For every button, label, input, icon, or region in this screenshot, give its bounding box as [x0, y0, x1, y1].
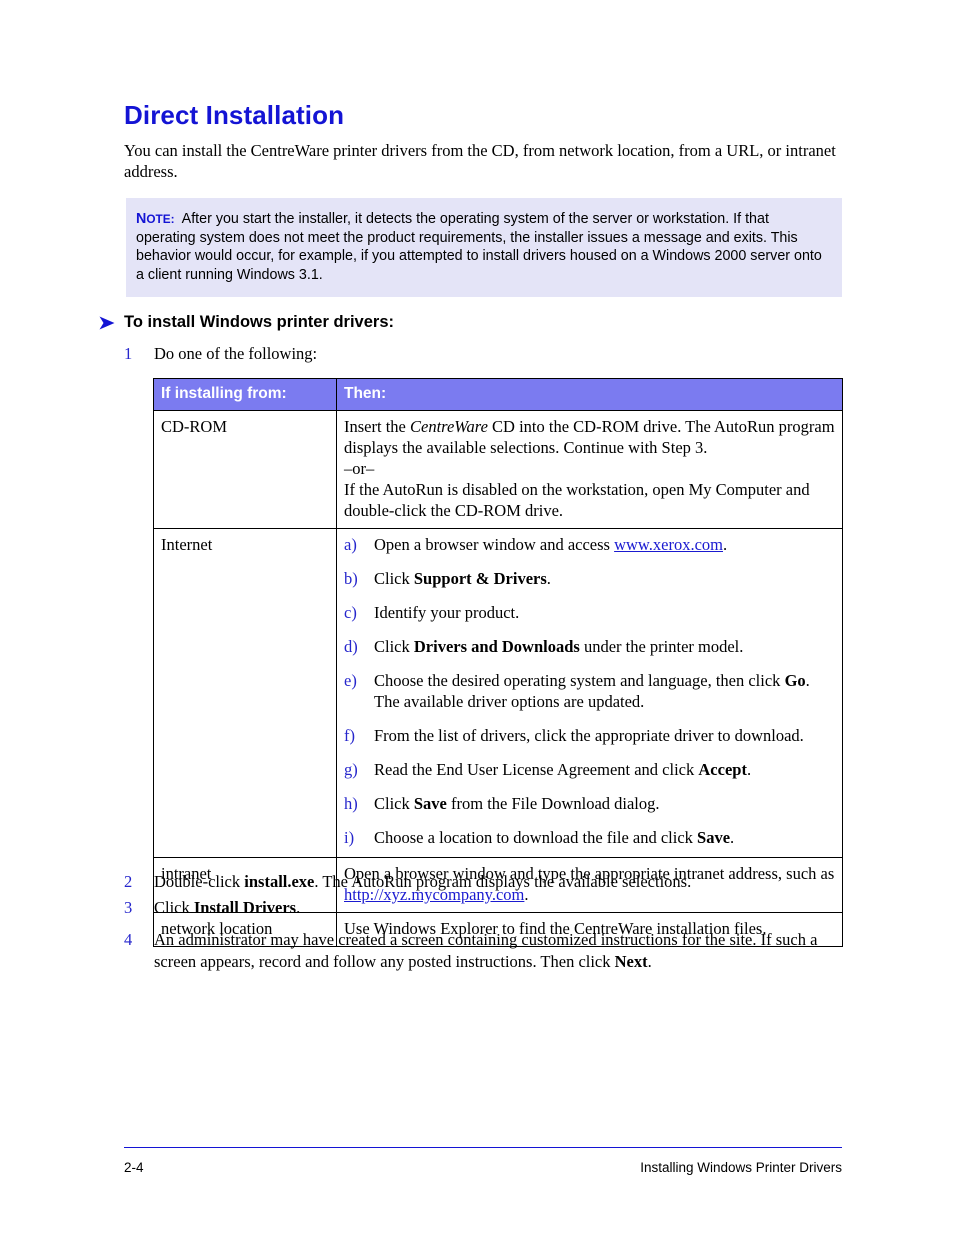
cdrom-instructions: Insert the CentreWare CD into the CD-ROM…: [336, 410, 843, 529]
list-item: f) From the list of drivers, click the ap…: [344, 725, 835, 746]
install-source-table: If installing from: Then: CD-ROM Insert …: [153, 378, 843, 947]
note-text: NOTE: After you start the installer, it …: [136, 210, 832, 284]
procedure-heading: To install Windows printer drivers:: [98, 313, 394, 332]
substep-bold: Save: [697, 828, 731, 847]
substep-pre: From the list of drivers, click the appr…: [374, 726, 804, 745]
xerox-link[interactable]: www.xerox.com: [614, 535, 723, 554]
substep-pre: Choose a location to download the file a…: [374, 828, 698, 847]
note-label: NOTE:: [136, 211, 175, 227]
cdrom-or-separator: –or–: [344, 459, 375, 478]
step-1-text: Do one of the following:: [154, 344, 318, 363]
footer-chapter-title: Installing Windows Printer Drivers: [640, 1160, 842, 1175]
list-item: e) Choose the desired operating system an…: [344, 670, 835, 712]
substep-post: .: [746, 760, 752, 779]
substep-post: under the printer model.: [579, 637, 744, 656]
substep-pre: Click: [374, 794, 414, 813]
note-body: After you start the installer, it detect…: [136, 211, 822, 283]
step-3: 3 Click Install Drivers.: [124, 897, 842, 919]
substep-post: .: [723, 535, 728, 554]
step-3-text: Click Install Drivers.: [154, 897, 842, 919]
arrow-right-icon: [99, 316, 115, 329]
internet-label: Internet: [153, 528, 337, 858]
step-4-number: 4: [124, 930, 133, 949]
substep-marker: i): [344, 828, 355, 847]
note-callout: NOTE: After you start the installer, it …: [126, 198, 842, 298]
substep-marker: f): [344, 726, 355, 745]
substep-marker: h): [344, 794, 358, 813]
internet-instructions: a) Open a browser window and access www.x…: [336, 528, 843, 858]
footer-divider: [124, 1147, 842, 1148]
list-item: d) Click Drivers and Downloads under the …: [344, 636, 835, 657]
page-title: Direct Installation: [124, 100, 345, 130]
substep-pre: Open a browser window and access: [374, 535, 615, 554]
step-2-pre: Double-click: [154, 872, 245, 891]
substep-pre: Choose the desired operating system and …: [374, 671, 785, 690]
cdrom-line-1: Insert the CentreWare CD into the CD-ROM…: [344, 416, 835, 458]
cdrom-line1-italic: CentreWare: [409, 417, 488, 436]
internet-substep-list: a) Open a browser window and access www.x…: [344, 534, 835, 848]
substep-pre: Click: [374, 637, 414, 656]
substep-pre: Identify your product.: [374, 603, 520, 622]
note-label-rest: OTE:: [146, 212, 175, 226]
document-page: Direct Installation You can install the …: [0, 0, 954, 1235]
step-4: 4 An administrator may have created a sc…: [124, 929, 842, 972]
list-item: g) Read the End User License Agreement an…: [344, 759, 835, 780]
step-2-text: Double-click install.exe. The AutoRun pr…: [154, 871, 842, 893]
step-4-text: An administrator may have created a scre…: [154, 929, 842, 972]
substep-post: .: [730, 828, 735, 847]
substep-bold: Drivers and Downloads: [413, 637, 580, 656]
substep-pre: Click: [374, 569, 414, 588]
step-3-post: .: [296, 898, 301, 917]
substep-bold: Accept: [698, 760, 747, 779]
step-2-number: 2: [124, 872, 133, 891]
footer-page-number: 2-4: [124, 1160, 144, 1175]
substep-marker: c): [344, 603, 357, 622]
step-4-post: .: [647, 951, 652, 971]
substep-marker: d): [344, 637, 358, 656]
intro-paragraph: You can install the CentreWare printer d…: [124, 141, 836, 181]
substep-post: from the File Download dialog.: [446, 794, 660, 813]
list-item: a) Open a browser window and access www.x…: [344, 534, 835, 555]
table-row-internet: Internet a) Open a browser window and acc…: [153, 528, 843, 858]
substep-post: .: [546, 569, 551, 588]
step-2: 2 Double-click install.exe. The AutoRun …: [124, 871, 842, 893]
table-header-then: Then:: [336, 378, 843, 411]
substep-marker: e): [344, 671, 357, 690]
substep-pre: Read the End User License Agreement and …: [374, 760, 699, 779]
step-4-bold: Next: [614, 951, 648, 971]
table-header-if-installing-from: If installing from:: [153, 378, 337, 411]
step-3-number: 3: [124, 898, 133, 917]
step-2-post: . The AutoRun program displays the avail…: [314, 872, 692, 891]
list-item: i) Choose a location to download the file…: [344, 827, 835, 848]
substep-marker: g): [344, 760, 358, 779]
substep-bold: Go: [784, 671, 806, 690]
step-3-pre: Click: [154, 898, 194, 917]
step-4-pre: An administrator may have created a scre…: [154, 930, 818, 971]
step-2-bold: install.exe: [244, 872, 315, 891]
substep-marker: b): [344, 569, 358, 588]
table-row-cdrom: CD-ROM Insert the CentreWare CD into the…: [153, 410, 843, 529]
list-item: b) Click Support & Drivers.: [344, 568, 835, 589]
list-item: h) Click Save from the File Download dial…: [344, 793, 835, 814]
procedure-heading-label: To install Windows printer drivers:: [124, 313, 394, 331]
list-item: c) Identify your product.: [344, 602, 835, 623]
substep-marker: a): [344, 535, 357, 554]
step-3-bold: Install Drivers: [193, 898, 297, 917]
step-1: 1 Do one of the following:: [124, 343, 842, 365]
substep-bold: Save: [413, 794, 447, 813]
cdrom-label: CD-ROM: [153, 410, 337, 529]
step-1-number: 1: [124, 344, 133, 363]
note-label-cap: N: [136, 211, 147, 227]
cdrom-line1-pre: Insert the: [344, 417, 410, 436]
cdrom-line-2: If the AutoRun is disabled on the workst…: [344, 480, 810, 520]
substep-bold: Support & Drivers: [413, 569, 547, 588]
table-header-row: If installing from: Then:: [153, 378, 843, 411]
